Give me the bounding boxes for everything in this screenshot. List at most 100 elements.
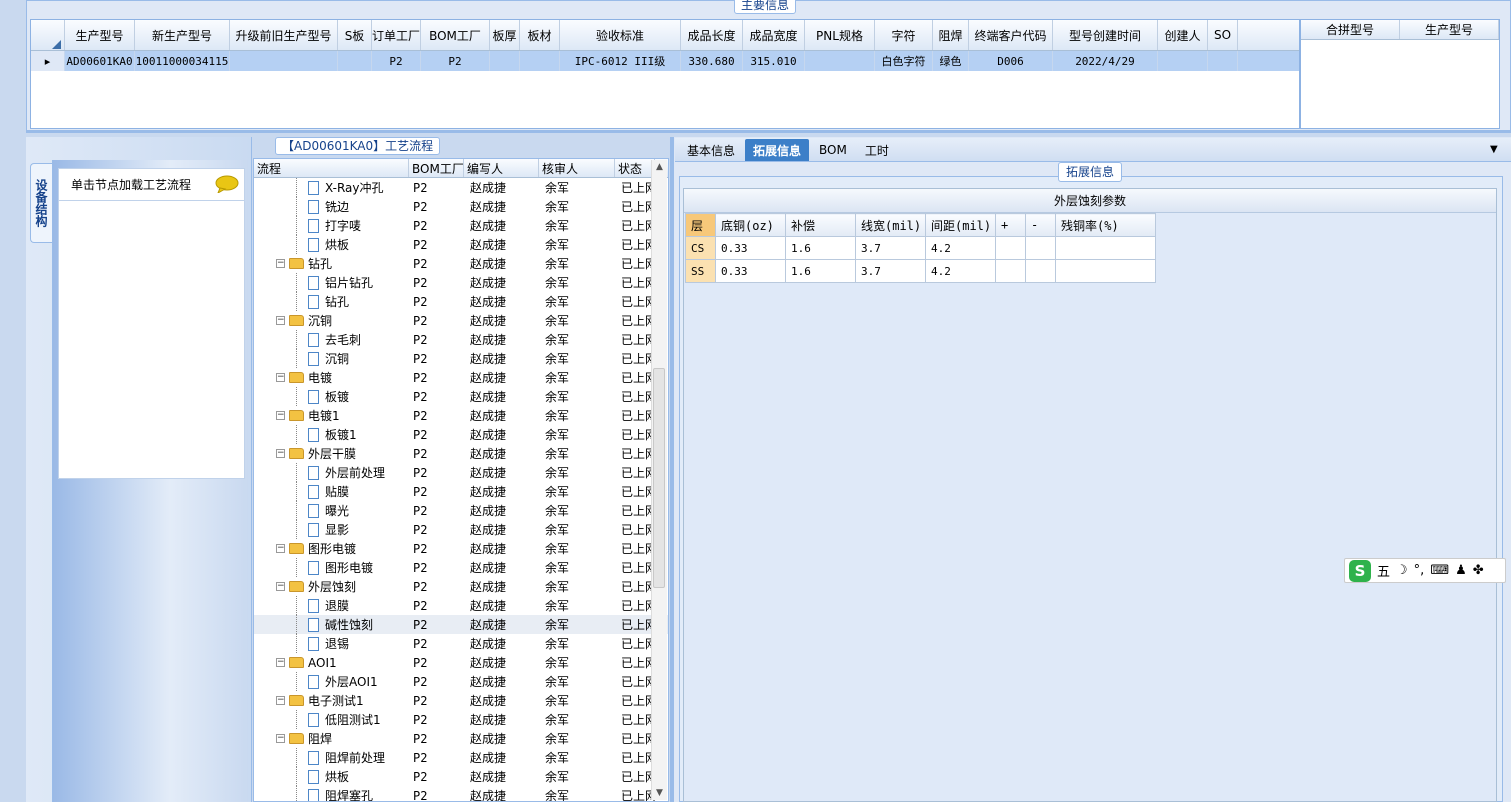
tree-node[interactable]: 烘板 bbox=[254, 235, 409, 254]
tree-row[interactable]: 打字唛 P2 赵成捷 余军 已上网 bbox=[254, 216, 668, 235]
tree-node[interactable]: 退锡 bbox=[254, 634, 409, 653]
tree-row[interactable]: − 钻孔 P2 赵成捷 余军 已上网 bbox=[254, 254, 668, 273]
main-col-header[interactable]: 成品长度 bbox=[681, 20, 743, 50]
tree-node[interactable]: 铣边 bbox=[254, 197, 409, 216]
tree-node[interactable]: − 沉铜 bbox=[254, 311, 409, 330]
tree-col-header[interactable]: 流程 bbox=[254, 159, 409, 177]
tree-node[interactable]: 沉铜 bbox=[254, 349, 409, 368]
etch-cell[interactable] bbox=[1055, 259, 1156, 283]
tree-row[interactable]: − 外层蚀刻 P2 赵成捷 余军 已上网 bbox=[254, 577, 668, 596]
tree-row[interactable]: − 图形电镀 P2 赵成捷 余军 已上网 bbox=[254, 539, 668, 558]
punctuation-icon[interactable]: °, bbox=[1414, 563, 1425, 578]
tree-node[interactable]: 显影 bbox=[254, 520, 409, 539]
tree-row[interactable]: 沉铜 P2 赵成捷 余军 已上网 bbox=[254, 349, 668, 368]
tree-node[interactable]: 板镀1 bbox=[254, 425, 409, 444]
horizontal-splitter[interactable] bbox=[26, 131, 1511, 133]
main-col-header[interactable]: 升级前旧生产型号 bbox=[230, 20, 338, 50]
ime-logo[interactable]: S bbox=[1349, 559, 1371, 582]
tree-node[interactable]: 曝光 bbox=[254, 501, 409, 520]
expand-toggle-icon[interactable]: − bbox=[276, 316, 285, 325]
main-cell[interactable]: 330.680 bbox=[681, 51, 743, 71]
main-cell[interactable] bbox=[1208, 51, 1238, 71]
tree-row[interactable]: 图形电镀 P2 赵成捷 余军 已上网 bbox=[254, 558, 668, 577]
main-grid-row[interactable]: ▸ AD00601KA0 10011000034115 P2 P2 IPC-6012 II… bbox=[31, 51, 1299, 71]
main-cell[interactable] bbox=[338, 51, 372, 71]
tree-node[interactable]: 外层AOI1 bbox=[254, 672, 409, 691]
main-cell[interactable]: IPC-6012 III级 bbox=[560, 51, 681, 71]
main-cell[interactable] bbox=[490, 51, 520, 71]
tree-row[interactable]: X-Ray冲孔 P2 赵成捷 余军 已上网 bbox=[254, 178, 668, 197]
tree-node[interactable]: X-Ray冲孔 bbox=[254, 178, 409, 197]
etch-cell[interactable]: 4.2 bbox=[925, 236, 996, 260]
tree-node[interactable]: 外层前处理 bbox=[254, 463, 409, 482]
etch-cell[interactable]: 4.2 bbox=[925, 259, 996, 283]
tree-node[interactable]: 板镀 bbox=[254, 387, 409, 406]
ime-toolbar[interactable]: S 五 ☽ °, ⌨ ♟ ✤ bbox=[1344, 558, 1506, 583]
tree-col-header[interactable]: 状态 bbox=[615, 159, 655, 177]
etch-cell[interactable]: 0.33 bbox=[715, 259, 786, 283]
merge-col-header[interactable]: 合拼型号 bbox=[1301, 20, 1400, 39]
main-cell[interactable] bbox=[520, 51, 560, 71]
main-col-header[interactable]: 验收标准 bbox=[560, 20, 681, 50]
tree-node[interactable]: − 阻焊 bbox=[254, 729, 409, 748]
tree-row[interactable]: 阻焊塞孔 P2 赵成捷 余军 已上网 bbox=[254, 786, 668, 801]
tree-row[interactable]: − 电子测试1 P2 赵成捷 余军 已上网 bbox=[254, 691, 668, 710]
expand-toggle-icon[interactable]: − bbox=[276, 259, 285, 268]
main-col-header[interactable]: 创建人 bbox=[1158, 20, 1208, 50]
tree-node[interactable]: − AOI1 bbox=[254, 653, 409, 672]
expand-toggle-icon[interactable]: − bbox=[276, 582, 285, 591]
tab-device-structure[interactable]: 设备结构 bbox=[30, 163, 52, 243]
etch-cell[interactable] bbox=[1025, 259, 1056, 283]
tree-col-header[interactable]: 核审人 bbox=[539, 159, 615, 177]
tree-row[interactable]: 阻焊前处理 P2 赵成捷 余军 已上网 bbox=[254, 748, 668, 767]
tree-row[interactable]: − 沉铜 P2 赵成捷 余军 已上网 bbox=[254, 311, 668, 330]
main-cell[interactable]: 315.010 bbox=[743, 51, 805, 71]
keyboard-icon[interactable]: ⌨ bbox=[1430, 563, 1449, 578]
main-cell[interactable] bbox=[230, 51, 338, 71]
expand-toggle-icon[interactable]: − bbox=[276, 734, 285, 743]
etch-cell[interactable]: CS bbox=[685, 236, 716, 260]
tree-node[interactable]: 阻焊前处理 bbox=[254, 748, 409, 767]
merge-model-grid[interactable]: 合拼型号 生产型号 bbox=[1300, 19, 1500, 129]
main-col-header[interactable]: 订单工厂 bbox=[372, 20, 421, 50]
tree-row[interactable]: 退锡 P2 赵成捷 余军 已上网 bbox=[254, 634, 668, 653]
tree-node[interactable]: − 图形电镀 bbox=[254, 539, 409, 558]
etch-params-table[interactable]: 层底铜(oz) 补偿 线宽(mil) 间距(mil) + - 残铜率(%) CS 0.33 1.6… bbox=[685, 213, 1156, 283]
etch-cell[interactable] bbox=[995, 236, 1026, 260]
grid-icon[interactable]: ✤ bbox=[1473, 563, 1484, 578]
main-col-header[interactable]: 板厚 bbox=[490, 20, 520, 50]
tree-body[interactable]: X-Ray冲孔 P2 赵成捷 余军 已上网 铣边 P2 赵成捷 余军 已上网 打字唛 P2 赵成捷 余军已… bbox=[254, 178, 668, 801]
main-col-header[interactable]: 生产型号 bbox=[65, 20, 135, 50]
etch-cell[interactable] bbox=[995, 259, 1026, 283]
tree-node[interactable]: 碱性蚀刻 bbox=[254, 615, 409, 634]
main-cell[interactable]: 白色字符 bbox=[875, 51, 933, 71]
tree-scroll-thumb[interactable] bbox=[653, 368, 665, 588]
tree-node[interactable]: 阻焊塞孔 bbox=[254, 786, 409, 801]
main-cell[interactable] bbox=[805, 51, 875, 71]
tree-node[interactable]: 铝片钻孔 bbox=[254, 273, 409, 292]
expand-toggle-icon[interactable]: − bbox=[276, 411, 285, 420]
tree-node[interactable]: 钻孔 bbox=[254, 292, 409, 311]
tree-row[interactable]: 外层前处理 P2 赵成捷 余军 已上网 bbox=[254, 463, 668, 482]
comment-icon[interactable] bbox=[215, 175, 239, 193]
expand-toggle-icon[interactable]: − bbox=[276, 373, 285, 382]
main-col-header[interactable]: PNL规格 bbox=[805, 20, 875, 50]
process-flow-tree[interactable]: 流程 BOM工厂 编写人 核审人 状态 X-Ray冲孔 P2 赵成捷 余军 已上网 铣边 P2 赵成捷… bbox=[253, 158, 669, 802]
expand-toggle-icon[interactable]: − bbox=[276, 544, 285, 553]
tree-row[interactable]: − 电镀1 P2 赵成捷 余军 已上网 bbox=[254, 406, 668, 425]
tree-row[interactable]: − 电镀 P2 赵成捷 余军 已上网 bbox=[254, 368, 668, 387]
tree-row[interactable]: 低阻测试1 P2 赵成捷 余军 已上网 bbox=[254, 710, 668, 729]
tab-extended[interactable]: 拓展信息 bbox=[745, 139, 810, 161]
etch-row[interactable]: SS 0.33 1.6 3.7 4.2 bbox=[685, 259, 1156, 283]
user-icon[interactable]: ♟ bbox=[1455, 563, 1467, 578]
etch-row[interactable]: CS 0.33 1.6 3.7 4.2 bbox=[685, 236, 1156, 260]
tree-node[interactable]: − 电镀 bbox=[254, 368, 409, 387]
main-cell[interactable]: 绿色 bbox=[933, 51, 969, 71]
tree-row[interactable]: − AOI1 P2 赵成捷 余军 已上网 bbox=[254, 653, 668, 672]
main-col-header[interactable]: 终端客户代码 bbox=[969, 20, 1053, 50]
etch-cell[interactable] bbox=[1055, 236, 1156, 260]
ime-mode[interactable]: 五 bbox=[1377, 561, 1390, 580]
tree-row[interactable]: 贴膜 P2 赵成捷 余军 已上网 bbox=[254, 482, 668, 501]
tree-node[interactable]: 低阻测试1 bbox=[254, 710, 409, 729]
main-col-header[interactable]: BOM工厂 bbox=[421, 20, 490, 50]
